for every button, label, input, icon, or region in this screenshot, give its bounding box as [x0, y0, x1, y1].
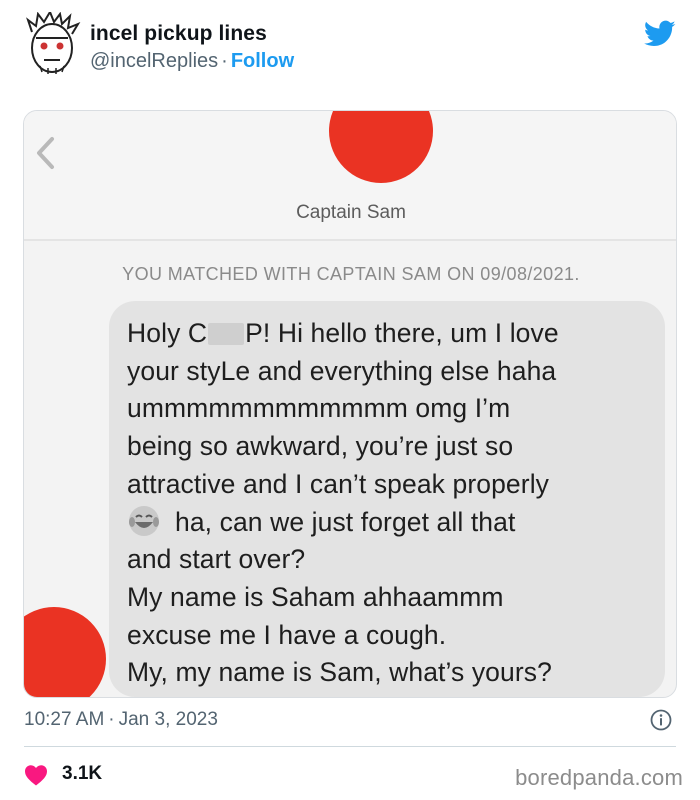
- message-bubble: Holy C P! Hi hello there, um I love your …: [109, 301, 665, 697]
- match-avatar: [329, 111, 433, 183]
- laughing-tears-emoji-icon: [129, 505, 159, 536]
- message-line: My, my name is Sam, what’s yours?: [127, 657, 552, 688]
- message-text: Holy C: [127, 318, 208, 348]
- message-line: your styLe and everything else haha: [127, 355, 557, 386]
- watermark: boredpanda.com: [515, 765, 683, 790]
- sketch-face-avatar-icon[interactable]: [22, 12, 82, 76]
- chat-header: Captain Sam: [24, 111, 676, 241]
- message-line: being so awkward, you’re just so: [127, 431, 514, 462]
- message-line: My name is Saham ahhaammm: [127, 581, 504, 612]
- censor-blur: [208, 323, 245, 345]
- separator-dot: ·: [108, 709, 115, 730]
- message-line: ha, can we just forget all that: [127, 504, 651, 542]
- like-count: 3.1K: [62, 763, 103, 784]
- author-handle[interactable]: @incelReplies: [90, 50, 218, 72]
- message-line: excuse me I have a cough.: [127, 619, 447, 650]
- author-name[interactable]: incel pickup lines: [90, 22, 267, 46]
- timestamp-date: Jan 3, 2023: [118, 709, 218, 730]
- twitter-bird-icon[interactable]: [644, 20, 676, 48]
- heart-icon[interactable]: [24, 764, 48, 786]
- tweet-media-screenshot[interactable]: Captain Sam YOU MATCHED WITH CAPTAIN SAM…: [23, 110, 677, 698]
- match-name: Captain Sam: [296, 202, 406, 223]
- follow-button[interactable]: Follow: [231, 50, 294, 72]
- info-icon[interactable]: [650, 709, 672, 731]
- tweet-header: incel pickup lines @incelReplies · Follow: [0, 0, 700, 95]
- message-line: attractive and I can’t speak properly: [127, 468, 550, 499]
- sender-avatar: [24, 607, 106, 697]
- timestamp-time: 10:27 AM: [24, 709, 105, 730]
- message-line: ummmmmmmmmmmm omg I’m: [127, 393, 511, 424]
- message-text: P! Hi hello there, um I love: [245, 318, 559, 348]
- chevron-left-icon: [37, 137, 54, 169]
- match-note: YOU MATCHED WITH CAPTAIN SAM ON 09/08/20…: [122, 264, 580, 284]
- message-line: and start over?: [127, 544, 306, 575]
- header-divider: [24, 239, 676, 241]
- tweet-timestamp[interactable]: 10:27 AM · Jan 3, 2023: [24, 709, 218, 731]
- message-line: Holy C P! Hi hello there, um I love: [127, 315, 651, 353]
- message-text: ha, can we just forget all that: [175, 506, 516, 537]
- action-divider: [24, 746, 676, 747]
- author-handle-line: @incelReplies · Follow: [90, 50, 294, 73]
- separator-dot: ·: [221, 50, 228, 72]
